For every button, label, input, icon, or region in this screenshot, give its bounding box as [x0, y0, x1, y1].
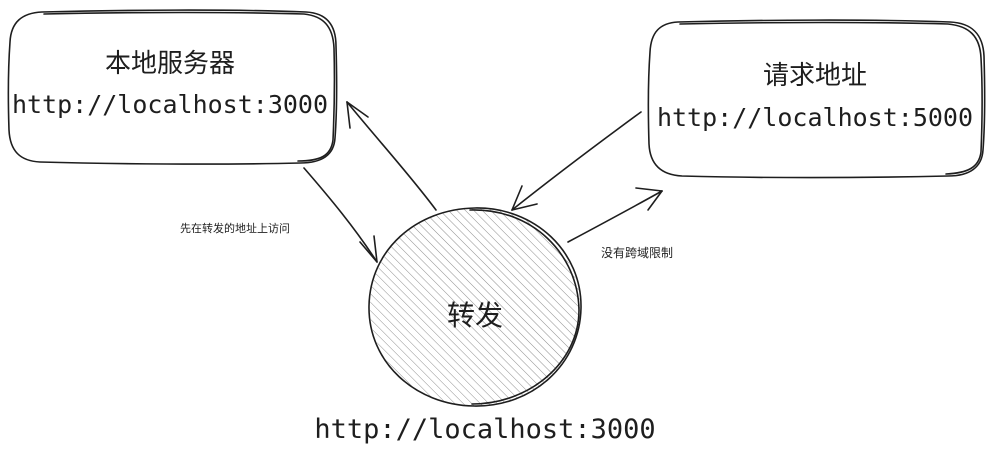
request-target-url: http://localhost:5000	[657, 103, 973, 132]
arrow-target-to-proxy	[511, 111, 642, 211]
proxy-node[interactable]: 转发	[368, 207, 582, 407]
arrow-server-to-proxy	[303, 167, 378, 263]
local-server-url: http://localhost:3000	[12, 90, 328, 119]
local-server-title: 本地服务器	[105, 49, 235, 79]
local-server-node[interactable]: 本地服务器 http://localhost:3000	[7, 9, 338, 165]
request-target-title: 请求地址	[763, 61, 867, 91]
edge-label-proxy-to-target: 没有跨域限制	[601, 245, 673, 260]
proxy-url: http://localhost:3000	[314, 414, 655, 445]
edge-label-server-to-proxy: 先在转发的地址上访问	[180, 221, 290, 235]
arrow-proxy-to-target	[567, 187, 663, 243]
proxy-diagram: 本地服务器 http://localhost:3000 请求地址 http://…	[7, 9, 986, 445]
request-target-box	[647, 19, 986, 179]
arrow-proxy-to-server	[346, 101, 437, 211]
request-target-node[interactable]: 请求地址 http://localhost:5000	[647, 19, 986, 179]
proxy-title: 转发	[447, 299, 503, 332]
local-server-box	[7, 9, 338, 165]
